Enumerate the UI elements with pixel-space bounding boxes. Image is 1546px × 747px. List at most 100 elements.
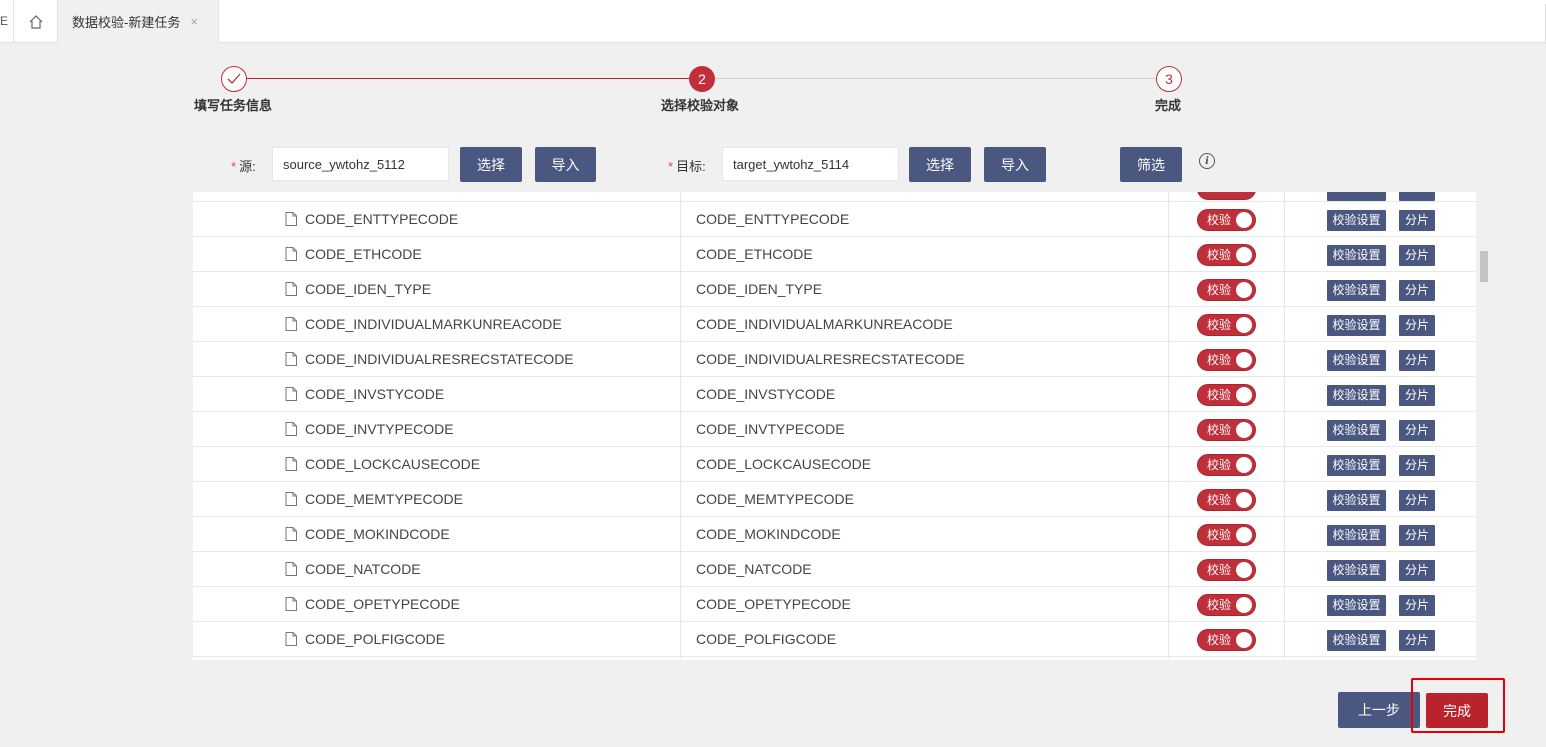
table-row: CODE_POLFIGCODE CODE_POLFIGCODE 校验 校验设置 分片 bbox=[193, 622, 1476, 657]
table-row: CODE_MEMTYPECODE CODE_MEMTYPECODE 校验 校验设置 分片 bbox=[193, 482, 1476, 517]
shard-button[interactable]: 分片 bbox=[1399, 350, 1435, 371]
verify-setting-button[interactable]: 校验设置 bbox=[1327, 630, 1386, 651]
toggle-label: 校验 bbox=[1207, 598, 1232, 612]
shard-button-partial[interactable] bbox=[1399, 192, 1435, 201]
shard-button[interactable]: 分片 bbox=[1399, 385, 1435, 406]
verify-toggle[interactable]: 校验 bbox=[1197, 209, 1256, 231]
source-label: * 源: bbox=[231, 159, 256, 174]
source-table-name[interactable]: CODE_INVSTYCODE bbox=[305, 377, 444, 412]
verify-setting-button[interactable]: 校验设置 bbox=[1327, 595, 1386, 616]
shard-button[interactable]: 分片 bbox=[1399, 245, 1435, 266]
shard-button[interactable]: 分片 bbox=[1399, 455, 1435, 476]
verify-toggle[interactable]: 校验 bbox=[1197, 384, 1256, 406]
file-icon bbox=[285, 632, 297, 646]
verify-toggle[interactable]: 校验 bbox=[1197, 314, 1256, 336]
source-table-name[interactable]: CODE_POLFIGCODE bbox=[305, 622, 445, 657]
step-progress: 2 3 填写任务信息 选择校验对象 完成 bbox=[0, 0, 1546, 120]
source-table-name[interactable]: CODE_INDIVIDUALMARKUNREACODE bbox=[305, 307, 562, 342]
verify-setting-button[interactable]: 校验设置 bbox=[1327, 210, 1386, 231]
file-icon bbox=[285, 422, 297, 436]
source-table-name[interactable]: CODE_ENTTYPECODE bbox=[305, 202, 458, 237]
info-icon[interactable]: i bbox=[1199, 153, 1215, 169]
step-line-pending bbox=[715, 78, 1157, 79]
toggle-label: 校验 bbox=[1207, 633, 1232, 647]
toggle-label: 校验 bbox=[1207, 318, 1232, 332]
toggle-knob bbox=[1236, 422, 1252, 438]
verify-toggle[interactable]: 校验 bbox=[1197, 419, 1256, 441]
setting-button-partial[interactable] bbox=[1327, 192, 1386, 201]
source-table-name[interactable]: CODE_OPETYPECODE bbox=[305, 587, 460, 622]
table-row: CODE_IDEN_TYPE CODE_IDEN_TYPE 校验 校验设置 分片 bbox=[193, 272, 1476, 307]
file-icon bbox=[285, 597, 297, 611]
vertical-scrollbar[interactable] bbox=[1480, 251, 1488, 282]
shard-button[interactable]: 分片 bbox=[1399, 490, 1435, 511]
shard-button[interactable]: 分片 bbox=[1399, 210, 1435, 231]
verify-toggle[interactable]: 校验 bbox=[1197, 349, 1256, 371]
verify-toggle[interactable]: 校验 bbox=[1197, 454, 1256, 476]
shard-button[interactable]: 分片 bbox=[1399, 595, 1435, 616]
target-table-name: CODE_INDIVIDUALMARKUNREACODE bbox=[696, 316, 953, 332]
shard-button[interactable]: 分片 bbox=[1399, 420, 1435, 441]
toggle-label: 校验 bbox=[1207, 283, 1232, 297]
toggle-label: 校验 bbox=[1207, 353, 1232, 367]
step-1-label: 填写任务信息 bbox=[194, 98, 273, 113]
table-row: CODE_INVSTYCODE CODE_INVSTYCODE 校验 校验设置 分片 bbox=[193, 377, 1476, 412]
verify-setting-button[interactable]: 校验设置 bbox=[1327, 245, 1386, 266]
target-table-name: CODE_ENTTYPECODE bbox=[696, 211, 850, 227]
step-2-marker: 2 bbox=[689, 66, 715, 92]
shard-button[interactable]: 分片 bbox=[1399, 315, 1435, 336]
source-input[interactable] bbox=[272, 147, 449, 181]
verify-toggle[interactable]: 校验 bbox=[1197, 244, 1256, 266]
verify-toggle[interactable]: 校验 bbox=[1197, 524, 1256, 546]
target-table-name: CODE_MEMTYPECODE bbox=[696, 491, 854, 507]
filter-button[interactable]: 筛选 bbox=[1120, 147, 1182, 182]
verify-setting-button[interactable]: 校验设置 bbox=[1327, 385, 1386, 406]
file-icon bbox=[285, 247, 297, 261]
shard-button[interactable]: 分片 bbox=[1399, 525, 1435, 546]
source-table-name[interactable]: CODE_INVTYPECODE bbox=[305, 412, 454, 447]
target-table-name: CODE_INVTYPECODE bbox=[696, 421, 845, 437]
source-table-name[interactable]: CODE_IDEN_TYPE bbox=[305, 272, 431, 307]
source-table-name[interactable]: CODE_INDIVIDUALRESRECSTATECODE bbox=[305, 342, 574, 377]
toggle-label: 校验 bbox=[1207, 493, 1232, 507]
source-table-name[interactable]: CODE_ETHCODE bbox=[305, 237, 422, 272]
source-import-button[interactable]: 导入 bbox=[535, 147, 596, 182]
source-table-name[interactable]: CODE_MOKINDCODE bbox=[305, 517, 450, 552]
verify-toggle[interactable]: 校验 bbox=[1197, 489, 1256, 511]
verify-setting-button[interactable]: 校验设置 bbox=[1327, 350, 1386, 371]
finish-highlight-box bbox=[1411, 678, 1505, 733]
toggle-knob bbox=[1236, 597, 1252, 613]
verify-setting-button[interactable]: 校验设置 bbox=[1327, 455, 1386, 476]
verify-toggle[interactable]: 校验 bbox=[1197, 279, 1256, 301]
toggle-partial[interactable] bbox=[1197, 192, 1256, 200]
source-table-name[interactable]: CODE_NATCODE bbox=[305, 552, 421, 587]
target-input[interactable] bbox=[722, 147, 899, 181]
verify-setting-button[interactable]: 校验设置 bbox=[1327, 490, 1386, 511]
verify-toggle[interactable]: 校验 bbox=[1197, 629, 1256, 651]
verify-setting-button[interactable]: 校验设置 bbox=[1327, 560, 1386, 581]
source-table-name[interactable]: CODE_MEMTYPECODE bbox=[305, 482, 463, 517]
verify-toggle[interactable]: 校验 bbox=[1197, 594, 1256, 616]
target-import-button[interactable]: 导入 bbox=[984, 147, 1046, 182]
target-table-name: CODE_ETHCODE bbox=[696, 246, 813, 262]
shard-button[interactable]: 分片 bbox=[1399, 560, 1435, 581]
target-table-name: CODE_OPETYPECODE bbox=[696, 596, 851, 612]
verify-toggle[interactable]: 校验 bbox=[1197, 559, 1256, 581]
shard-button[interactable]: 分片 bbox=[1399, 630, 1435, 651]
verify-setting-button[interactable]: 校验设置 bbox=[1327, 315, 1386, 336]
mapping-table: CODE_ENTTYPECODE CODE_ENTTYPECODE 校验 校验设置 分片… bbox=[193, 192, 1476, 660]
verify-setting-button[interactable]: 校验设置 bbox=[1327, 280, 1386, 301]
target-table-name: CODE_INDIVIDUALRESRECSTATECODE bbox=[696, 351, 965, 367]
verify-setting-button[interactable]: 校验设置 bbox=[1327, 525, 1386, 546]
toggle-label: 校验 bbox=[1207, 458, 1232, 472]
toggle-knob bbox=[1236, 212, 1252, 228]
shard-button[interactable]: 分片 bbox=[1399, 280, 1435, 301]
target-select-button[interactable]: 选择 bbox=[909, 147, 971, 182]
file-icon bbox=[285, 282, 297, 296]
source-table-name[interactable]: CODE_LOCKCAUSECODE bbox=[305, 447, 480, 482]
step-3-label: 完成 bbox=[1155, 98, 1182, 113]
prev-step-button[interactable]: 上一步 bbox=[1338, 692, 1420, 728]
target-table-name: CODE_POLFIGCODE bbox=[696, 631, 837, 647]
verify-setting-button[interactable]: 校验设置 bbox=[1327, 420, 1386, 441]
source-select-button[interactable]: 选择 bbox=[460, 147, 522, 182]
